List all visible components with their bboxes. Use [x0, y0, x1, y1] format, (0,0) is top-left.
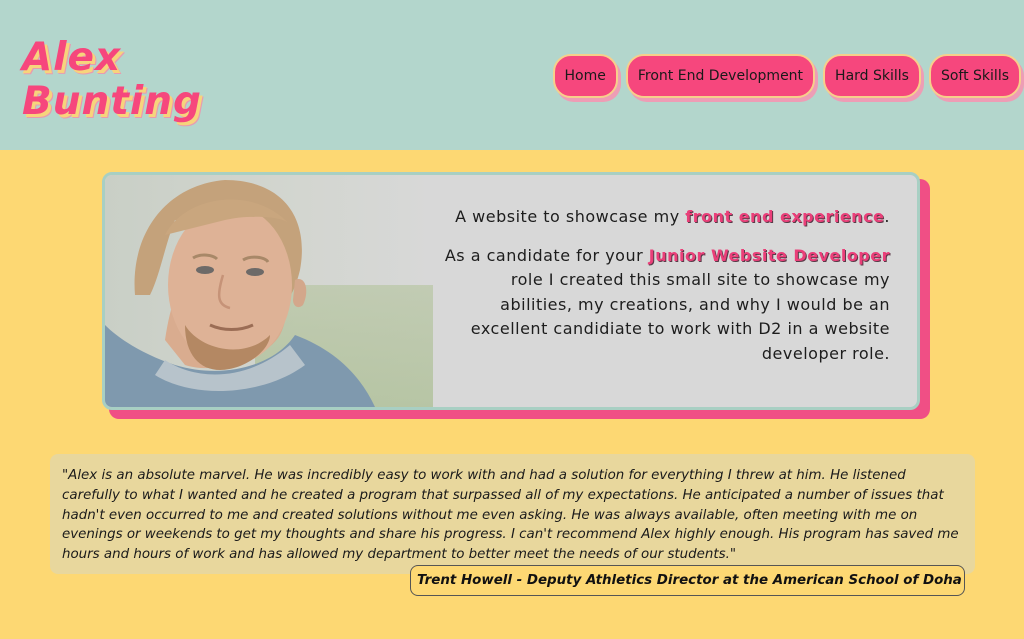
nav-front-end-development-button[interactable]: Front End Development [625, 54, 816, 98]
hero-line1-text: A website to showcase my [455, 207, 686, 226]
hero-card: A website to showcase my front end exper… [102, 172, 920, 410]
hero-intro-text: A website to showcase my front end exper… [435, 205, 890, 380]
hero-line1-end: . [884, 207, 890, 226]
junior-website-developer-highlight: Junior Website Developer [648, 245, 890, 265]
nav-hard-skills-button[interactable]: Hard Skills [823, 54, 921, 98]
hero-paragraph-2: As a candidate for your Junior Website D… [435, 244, 890, 367]
site-logo[interactable]: Alex Bunting [22, 36, 202, 124]
main-nav: Home Front End Development Hard Skills S… [552, 54, 1021, 98]
hero-paragraph-1: A website to showcase my front end exper… [435, 205, 890, 230]
testimonial-author: Trent Howell - Deputy Athletics Director… [410, 565, 965, 596]
testimonial-quote: "Alex is an absolute marvel. He was incr… [62, 468, 959, 563]
hero-line2-rest: role I created this small site to showca… [470, 270, 890, 363]
profile-photo [105, 175, 433, 407]
hero-line2-text: As a candidate for your [444, 245, 649, 265]
site-header: Alex Bunting Home Front End Development … [0, 0, 1024, 150]
logo-last-name: Bunting [22, 79, 202, 124]
nav-home-button[interactable]: Home [552, 54, 618, 98]
nav-soft-skills-button[interactable]: Soft Skills [928, 54, 1021, 98]
front-end-experience-highlight: front end experience [685, 207, 885, 226]
testimonial-card: "Alex is an absolute marvel. He was incr… [50, 454, 975, 574]
logo-first-name: Alex [22, 35, 122, 80]
